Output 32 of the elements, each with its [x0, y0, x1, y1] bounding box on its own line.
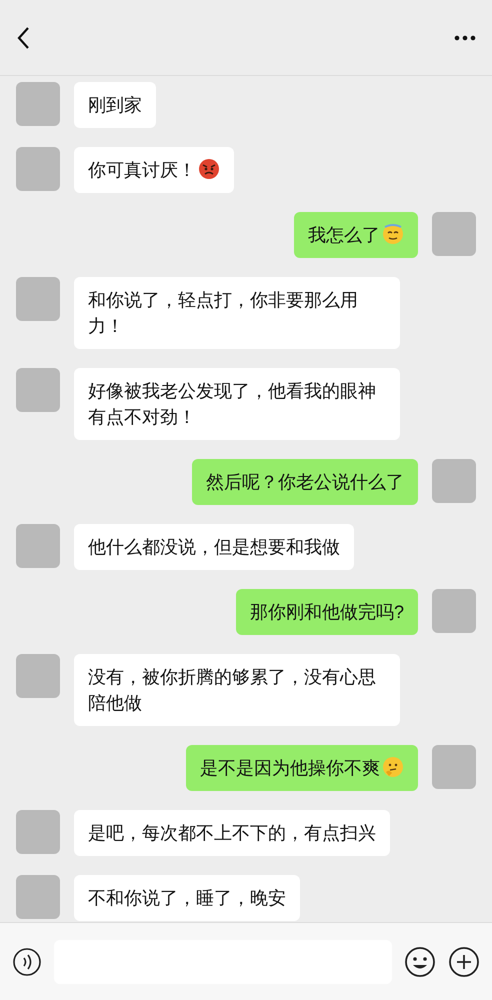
avatar-photo-placeholder[interactable] — [16, 277, 60, 321]
message-bubble: 没有，被你折腾的够累了，没有心思陪他做 — [74, 654, 400, 726]
avatar-photo-placeholder[interactable] — [16, 810, 60, 854]
sweating-face-icon — [382, 223, 404, 245]
voice-icon[interactable] — [12, 946, 42, 976]
avatar-photo-placeholder[interactable] — [16, 875, 60, 919]
avatar-photo-placeholder[interactable] — [16, 368, 60, 412]
message-bubble: 他什么都没说，但是想要和我做 — [74, 524, 354, 570]
avatar-photo-placeholder[interactable] — [16, 82, 60, 126]
message-bubble: 刚到家 — [74, 82, 156, 128]
angry-face-icon — [198, 158, 220, 180]
message-bubble: 和你说了，轻点打，你非要那么用力！ — [74, 277, 400, 349]
avatar-photo-placeholder[interactable] — [432, 212, 476, 256]
avatar-photo-placeholder[interactable] — [432, 745, 476, 789]
avatar-photo-placeholder[interactable] — [432, 459, 476, 503]
message-bubble: 那你刚和他做完吗? — [236, 589, 418, 635]
avatar-photo-placeholder[interactable] — [16, 654, 60, 698]
more-icon[interactable] — [454, 34, 476, 40]
back-icon[interactable] — [16, 26, 30, 50]
thinking-face-icon — [382, 756, 404, 778]
message-bubble: 你可真讨厌！ — [74, 147, 234, 193]
message-bubble: 好像被我老公发现了，他看我的眼神有点不对劲！ — [74, 368, 400, 440]
avatar-photo-placeholder[interactable] — [16, 147, 60, 191]
emoji-icon[interactable] — [404, 946, 436, 978]
message-bubble: 是吧，每次都不上不下的，有点扫兴 — [74, 810, 390, 856]
message-bubble: 不和你说了，睡了，晚安 — [74, 875, 300, 921]
message-bubble: 是不是因为他操你不爽 — [186, 745, 418, 791]
add-icon[interactable] — [448, 946, 480, 978]
avatar-photo-placeholder[interactable] — [432, 589, 476, 633]
message-bubble: 然后呢？你老公说什么了 — [192, 459, 418, 505]
avatar-photo-placeholder[interactable] — [16, 524, 60, 568]
message-bubble: 我怎么了 — [294, 212, 418, 258]
